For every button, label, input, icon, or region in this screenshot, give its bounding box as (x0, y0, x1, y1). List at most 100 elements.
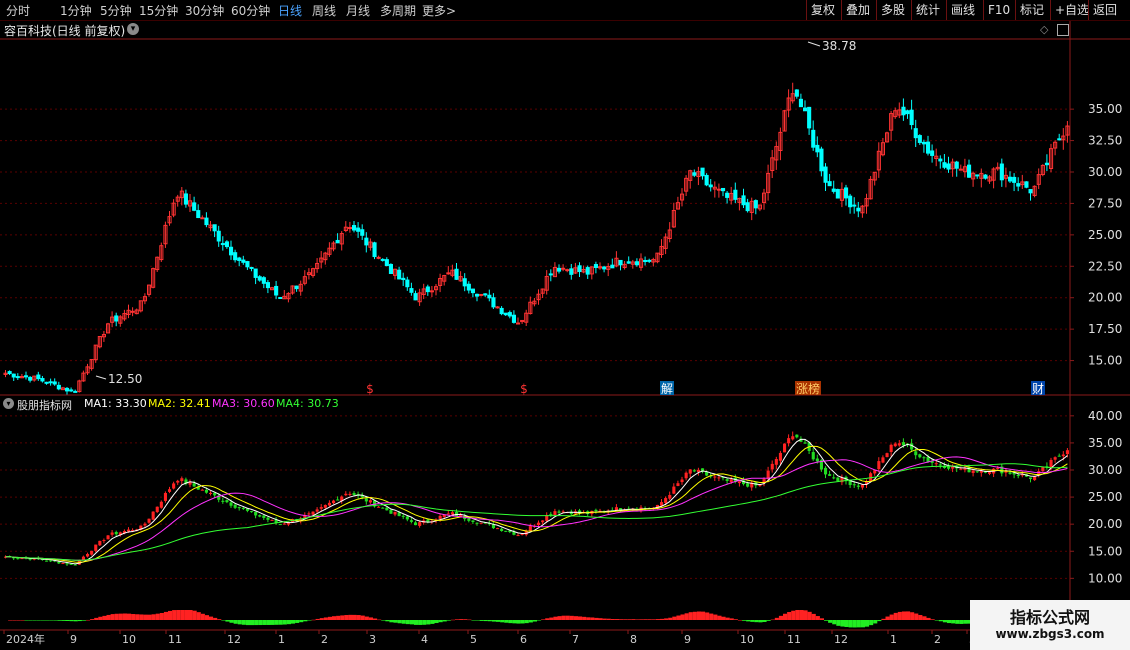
candle-body (323, 252, 328, 261)
candle-body (725, 192, 730, 198)
hist-bar (619, 619, 624, 620)
candle-body (65, 387, 70, 392)
chevron-down-icon[interactable]: ▾ (127, 23, 139, 35)
ind-candle-body (573, 511, 577, 514)
ind-candle-body (705, 471, 709, 476)
tab-daily[interactable]: 日线 (278, 2, 302, 19)
tab-60min[interactable]: 60分钟 (231, 2, 270, 19)
ind-candle-body (81, 556, 85, 561)
candle-body (663, 236, 668, 249)
hist-bar (815, 616, 820, 620)
ind-candle-body (524, 530, 528, 535)
ind-y-tick-label: 25.00 (1088, 490, 1122, 504)
ind-candle-body (24, 557, 28, 559)
hist-bar (426, 620, 431, 625)
add-watchlist-button[interactable]: +自选 (1050, 0, 1093, 20)
candle-body (138, 300, 143, 312)
ind-candle-body (258, 515, 262, 517)
candle-body (893, 110, 898, 118)
tab-more[interactable]: 更多> (422, 2, 456, 19)
ind-candle-body (90, 550, 94, 555)
hist-bar (463, 619, 468, 620)
candle-body (159, 245, 164, 261)
hist-bar (471, 620, 476, 621)
ind-candle-body (209, 492, 213, 494)
candle-body (606, 265, 611, 270)
candle-body (864, 198, 869, 207)
ind-candle-body (561, 511, 565, 513)
candle-body (1032, 185, 1037, 196)
ind-y-tick-label: 40.00 (1088, 409, 1122, 423)
candle-body (32, 375, 37, 381)
tab-15min[interactable]: 15分钟 (139, 2, 178, 19)
hist-bar (69, 620, 74, 622)
hist-bar (299, 620, 304, 623)
ind-candle-body (598, 510, 602, 512)
ind-candle-body (139, 525, 143, 530)
candle-body (950, 161, 955, 170)
candle-body (811, 129, 816, 148)
adjust-button[interactable]: 复权 (806, 0, 839, 20)
mark-button[interactable]: 标记 (1015, 0, 1048, 20)
hist-bar (122, 613, 127, 620)
hist-bar (192, 610, 197, 620)
tab-weekly[interactable]: 周线 (312, 2, 336, 19)
high-pointer (807, 41, 821, 47)
ind-candle-body (1020, 474, 1024, 476)
ma1-value: MA1: 33.30 (84, 397, 147, 410)
panel-toggle-icon[interactable] (1057, 24, 1069, 36)
ind-candle-body (680, 479, 684, 483)
multi-stock-button[interactable]: 多股 (876, 0, 909, 20)
candle-body (766, 172, 771, 194)
ind-candle-body (541, 520, 545, 523)
candle-body (352, 225, 357, 231)
draw-line-button[interactable]: 画线 (946, 0, 979, 20)
hist-bar (500, 620, 505, 623)
ind-candle-body (742, 480, 746, 485)
hist-bar (508, 620, 513, 624)
ind-candle-body (147, 518, 151, 523)
hist-bar (635, 619, 640, 620)
ind-candle-body (344, 493, 348, 496)
tab-5min[interactable]: 5分钟 (100, 2, 132, 19)
ind-candle-body (274, 519, 278, 523)
ind-candle-body (409, 520, 413, 522)
x-tick-label: 12 (227, 633, 241, 646)
ind-candle-body (45, 560, 49, 562)
f10-button[interactable]: F10 (983, 0, 1014, 20)
ind-candle-body (241, 507, 245, 509)
candle-body (741, 195, 746, 206)
tab-30min[interactable]: 30分钟 (185, 2, 224, 19)
ind-candle-body (426, 519, 430, 522)
candle-body (462, 278, 467, 287)
ind-candle-body (319, 507, 323, 509)
main-y-tick-label: 17.50 (1088, 322, 1122, 336)
ind-candle-body (110, 532, 114, 535)
candle-body (245, 261, 250, 268)
ind-candle-body (811, 452, 815, 460)
candle-body (987, 176, 992, 182)
tab-intraday[interactable]: 分时 (6, 2, 30, 19)
statistics-button[interactable]: 统计 (911, 0, 944, 20)
overlay-button[interactable]: 叠加 (841, 0, 874, 20)
diamond-icon[interactable]: ◇ (1040, 23, 1048, 36)
ind-candle-body (709, 475, 713, 477)
ind-candle-body (873, 470, 877, 474)
hist-bar (828, 620, 833, 623)
candle-body (89, 359, 94, 369)
hist-bar (319, 618, 324, 620)
tab-multi-period[interactable]: 多周期 (380, 2, 416, 19)
candle-body (220, 243, 225, 246)
tab-monthly[interactable]: 月线 (346, 2, 370, 19)
candle-body (1044, 162, 1050, 166)
hist-bar (725, 617, 730, 620)
chevron-down-icon[interactable]: ▾ (3, 398, 14, 409)
ind-candle-body (159, 501, 163, 508)
candle-body (196, 210, 201, 219)
back-button[interactable]: 返回 (1088, 0, 1121, 20)
tab-1min[interactable]: 1分钟 (60, 2, 92, 19)
ind-candle-body (569, 511, 573, 515)
hist-bar (959, 620, 964, 624)
hist-bar (532, 620, 537, 622)
hist-bar (127, 613, 132, 620)
